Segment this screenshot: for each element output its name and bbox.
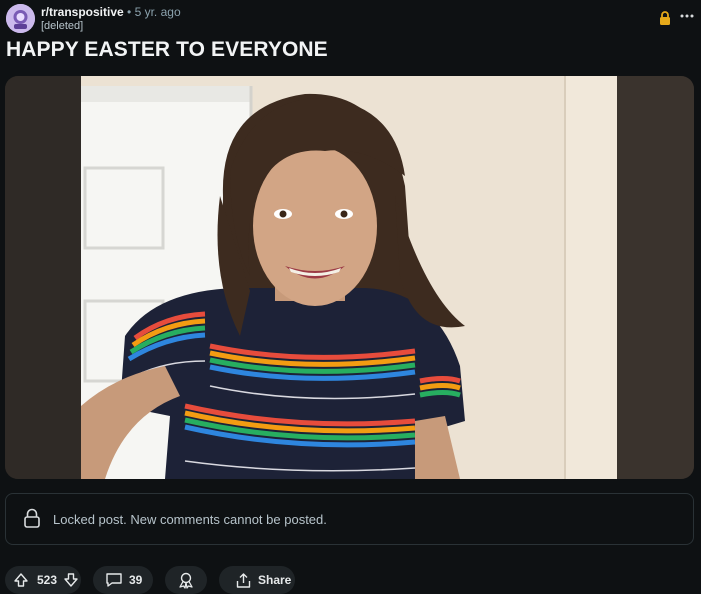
subreddit-link[interactable]: r/transpositive bbox=[41, 5, 124, 19]
post-age: 5 yr. ago bbox=[134, 5, 181, 19]
post-image[interactable] bbox=[5, 76, 694, 479]
post-meta: r/transpositive • 5 yr. ago bbox=[41, 5, 181, 19]
lock-icon bbox=[660, 11, 670, 25]
post-author: [deleted] bbox=[41, 20, 84, 32]
comments-button[interactable]: 39 bbox=[93, 566, 153, 594]
share-icon bbox=[236, 572, 251, 588]
post-title[interactable]: HAPPY EASTER TO EVERYONE bbox=[6, 38, 328, 62]
lock-outline-icon bbox=[24, 508, 40, 528]
arrow-up-icon[interactable] bbox=[13, 572, 29, 588]
comment-count: 39 bbox=[129, 573, 143, 587]
award-button[interactable] bbox=[165, 566, 207, 594]
locked-notice-text: Locked post. New comments cannot be post… bbox=[53, 512, 327, 527]
locked-notice: Locked post. New comments cannot be post… bbox=[5, 493, 694, 545]
share-label: Share bbox=[258, 573, 292, 587]
post-header: r/transpositive • 5 yr. ago [deleted] bbox=[6, 4, 695, 34]
arrow-down-icon[interactable] bbox=[63, 572, 79, 588]
share-button[interactable]: Share bbox=[219, 566, 295, 594]
vote-count: 523 bbox=[37, 573, 58, 587]
vote-control: 523 bbox=[5, 566, 81, 594]
speech-bubble-icon bbox=[106, 573, 122, 587]
award-icon bbox=[179, 572, 193, 589]
meta-separator: • bbox=[127, 5, 132, 19]
ellipsis-icon[interactable] bbox=[679, 8, 695, 24]
subreddit-avatar[interactable] bbox=[6, 4, 35, 33]
